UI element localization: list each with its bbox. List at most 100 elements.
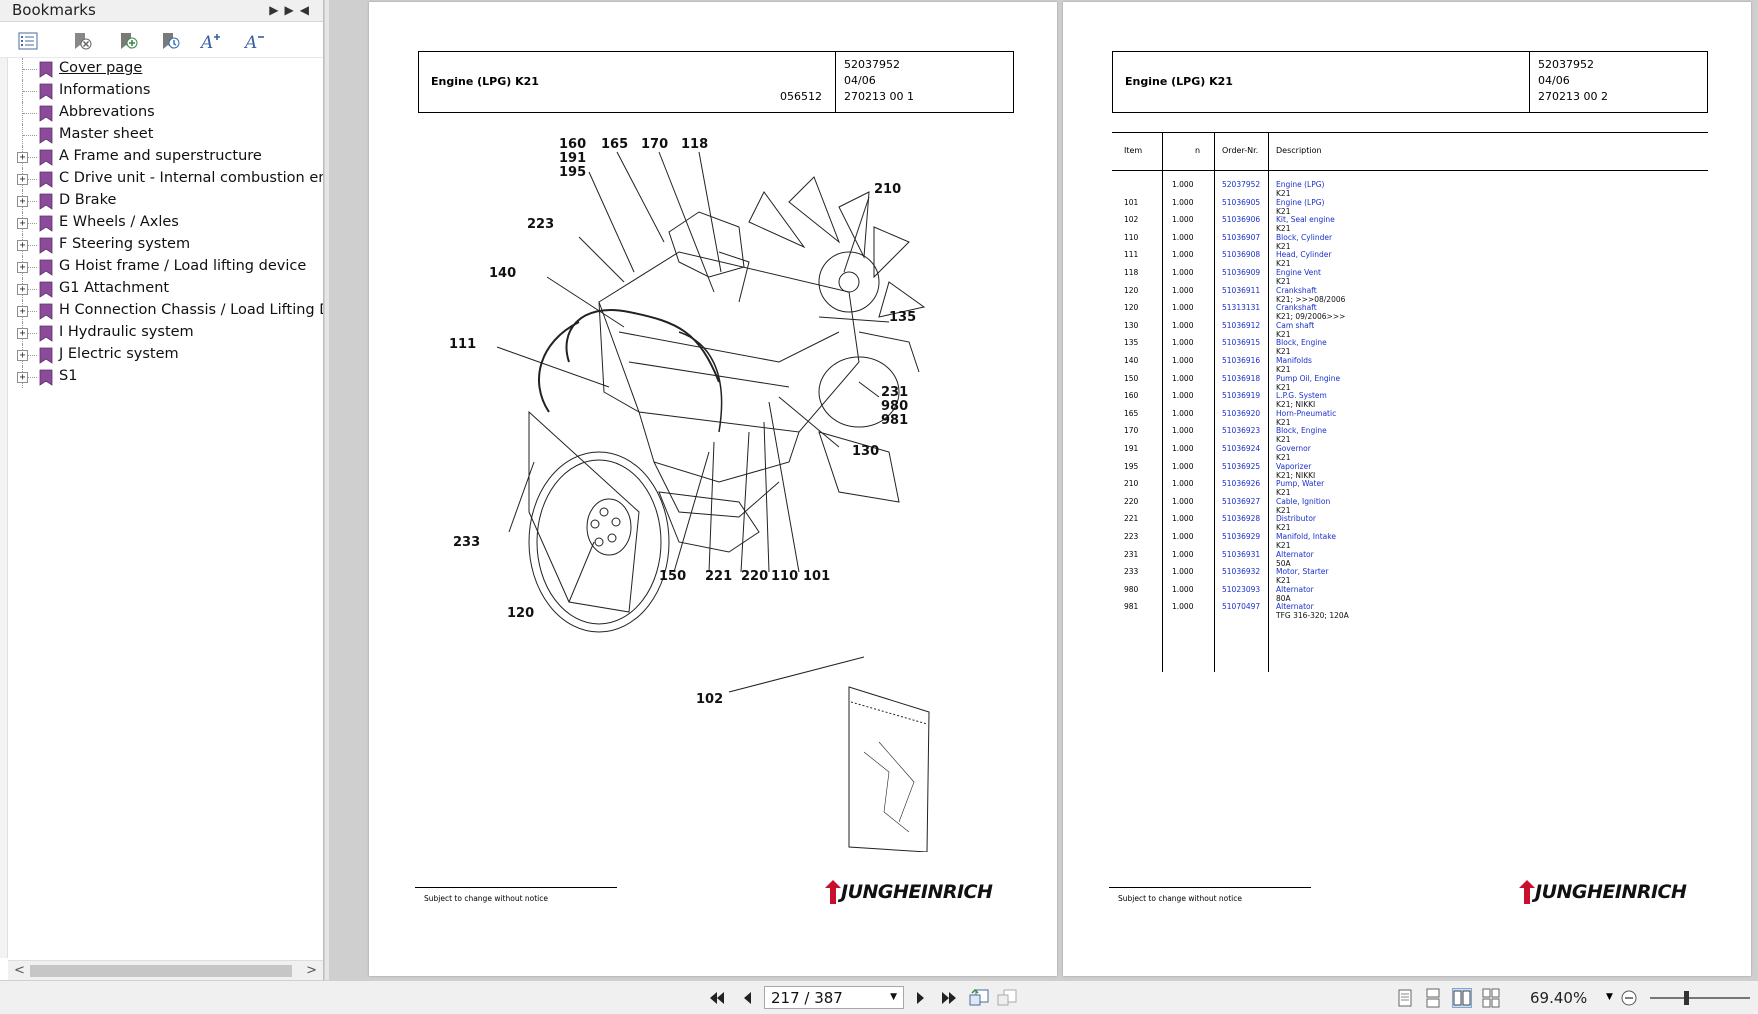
expand-icon[interactable]: + xyxy=(17,284,28,295)
order-number-link[interactable]: 51036928 xyxy=(1222,514,1260,523)
expand-icon[interactable]: + xyxy=(17,240,28,251)
bookmark-item[interactable]: + E Wheels / Axles xyxy=(8,212,323,234)
continuous-view-icon[interactable] xyxy=(1424,988,1444,1008)
bookmark-item[interactable]: + I Hydraulic system xyxy=(8,322,323,344)
description-link[interactable]: Crankshaft xyxy=(1276,303,1317,312)
order-number-link[interactable]: 51070497 xyxy=(1222,602,1260,611)
bookmark-label[interactable]: C Drive unit - Internal combustion engin… xyxy=(59,170,323,186)
order-number-link[interactable]: 52037952 xyxy=(1222,180,1260,189)
previous-page-icon[interactable] xyxy=(736,987,758,1009)
previous-view-icon[interactable] xyxy=(968,987,990,1009)
description-link[interactable]: Vaporizer xyxy=(1276,462,1311,471)
description-link[interactable]: Head, Cylinder xyxy=(1276,250,1331,259)
order-number-link[interactable]: 51036911 xyxy=(1222,286,1260,295)
expand-icon[interactable]: + xyxy=(17,372,28,383)
facing-view-icon[interactable] xyxy=(1452,988,1472,1008)
description-link[interactable]: Cam shaft xyxy=(1276,321,1314,330)
expand-icon[interactable]: + xyxy=(17,328,28,339)
description-link[interactable]: Alternator xyxy=(1276,585,1314,594)
order-number-link[interactable]: 51036916 xyxy=(1222,356,1260,365)
add-bookmark-icon[interactable] xyxy=(116,29,140,53)
bookmark-item[interactable]: + G1 Attachment xyxy=(8,278,323,300)
collapse-panel-icon[interactable]: ◀ xyxy=(300,3,315,17)
bookmark-label[interactable]: S1 xyxy=(59,368,77,384)
scroll-right-icon[interactable]: > xyxy=(306,963,317,978)
bookmark-item[interactable]: Informations xyxy=(8,80,323,102)
order-number-link[interactable]: 51036908 xyxy=(1222,250,1260,259)
description-link[interactable]: Manifold, Intake xyxy=(1276,532,1336,541)
description-link[interactable]: Horn-Pneumatic xyxy=(1276,409,1336,418)
bookmark-item[interactable]: + S1 xyxy=(8,366,323,388)
last-page-icon[interactable] xyxy=(938,987,960,1009)
bookmark-label[interactable]: I Hydraulic system xyxy=(59,324,194,340)
order-number-link[interactable]: 51036915 xyxy=(1222,338,1260,347)
order-number-link[interactable]: 51036932 xyxy=(1222,567,1260,576)
scroll-left-icon[interactable]: < xyxy=(14,963,25,978)
bookmark-label[interactable]: Abbrevations xyxy=(59,104,155,120)
description-link[interactable]: Distributor xyxy=(1276,514,1316,523)
bookmark-item[interactable]: Cover page xyxy=(8,58,323,80)
zoom-out-icon[interactable] xyxy=(1620,989,1638,1011)
expand-icon[interactable]: + xyxy=(17,196,28,207)
bookmark-item[interactable]: Abbrevations xyxy=(8,102,323,124)
options-icon[interactable] xyxy=(16,29,40,53)
order-number-link[interactable]: 51036909 xyxy=(1222,268,1260,277)
expand-icon[interactable]: + xyxy=(17,306,28,317)
bookmark-item[interactable]: + A Frame and superstructure xyxy=(8,146,323,168)
decrease-font-icon[interactable]: A xyxy=(244,29,268,53)
scroll-thumb[interactable] xyxy=(30,965,292,977)
bookmark-item[interactable]: + G Hoist frame / Load lifting device xyxy=(8,256,323,278)
order-number-link[interactable]: 51036925 xyxy=(1222,462,1260,471)
bookmark-item[interactable]: + F Steering system xyxy=(8,234,323,256)
zoom-level[interactable]: 69.40% xyxy=(1530,989,1587,1007)
expand-icon[interactable]: + xyxy=(17,152,28,163)
description-link[interactable]: L.P.G. System xyxy=(1276,391,1327,400)
first-page-icon[interactable] xyxy=(706,987,728,1009)
order-number-link[interactable]: 51036906 xyxy=(1222,215,1260,224)
description-link[interactable]: Engine (LPG) xyxy=(1276,180,1324,189)
single-page-view-icon[interactable] xyxy=(1396,988,1416,1008)
chevron-down-icon[interactable]: ▼ xyxy=(890,992,897,1002)
bookmark-label[interactable]: G Hoist frame / Load lifting device xyxy=(59,258,306,274)
description-link[interactable]: Motor, Starter xyxy=(1276,567,1328,576)
order-number-link[interactable]: 51036929 xyxy=(1222,532,1260,541)
next-page-icon[interactable] xyxy=(910,987,932,1009)
order-number-link[interactable]: 51036924 xyxy=(1222,444,1260,453)
description-link[interactable]: Pump Oil, Engine xyxy=(1276,374,1340,383)
order-number-link[interactable]: 51036912 xyxy=(1222,321,1260,330)
order-number-link[interactable]: 51036926 xyxy=(1222,479,1260,488)
bookmark-label[interactable]: Cover page xyxy=(59,60,142,76)
order-number-link[interactable]: 51036931 xyxy=(1222,550,1260,559)
page-number-input[interactable]: 217 / 387 ▼ xyxy=(764,986,904,1009)
description-link[interactable]: Kit, Seal engine xyxy=(1276,215,1335,224)
bookmark-label[interactable]: A Frame and superstructure xyxy=(59,148,262,164)
document-view[interactable]: Engine (LPG) K21 056512 52037952 04/06 2… xyxy=(329,0,1758,980)
description-link[interactable]: Crankshaft xyxy=(1276,286,1317,295)
expand-icon[interactable]: + xyxy=(17,262,28,273)
zoom-slider[interactable] xyxy=(1650,997,1750,999)
bookmark-item[interactable]: Master sheet xyxy=(8,124,323,146)
zoom-slider-thumb[interactable] xyxy=(1684,991,1689,1005)
description-link[interactable]: Engine (LPG) xyxy=(1276,198,1324,207)
order-number-link[interactable]: 51036920 xyxy=(1222,409,1260,418)
description-link[interactable]: Alternator xyxy=(1276,550,1314,559)
order-number-link[interactable]: 51023093 xyxy=(1222,585,1260,594)
bookmark-properties-icon[interactable] xyxy=(158,29,182,53)
next-view-icon[interactable] xyxy=(996,987,1018,1009)
bookmark-label[interactable]: J Electric system xyxy=(59,346,179,362)
order-number-link[interactable]: 51036927 xyxy=(1222,497,1260,506)
bookmark-item[interactable]: + C Drive unit - Internal combustion engi… xyxy=(8,168,323,190)
bookmark-label[interactable]: E Wheels / Axles xyxy=(59,214,179,230)
bookmark-label[interactable]: Master sheet xyxy=(59,126,153,142)
bookmark-label[interactable]: F Steering system xyxy=(59,236,190,252)
horizontal-scrollbar[interactable]: < > xyxy=(8,960,323,980)
expand-icon[interactable]: + xyxy=(17,350,28,361)
delete-bookmark-icon[interactable] xyxy=(70,29,94,53)
description-link[interactable]: Manifolds xyxy=(1276,356,1312,365)
expand-icon[interactable]: + xyxy=(17,174,28,185)
order-number-link[interactable]: 51036907 xyxy=(1222,233,1260,242)
bookmark-label[interactable]: Informations xyxy=(59,82,151,98)
description-link[interactable]: Block, Cylinder xyxy=(1276,233,1332,242)
bookmark-label[interactable]: D Brake xyxy=(59,192,116,208)
bookmark-item[interactable]: + H Connection Chassis / Load Lifting Dev… xyxy=(8,300,323,322)
